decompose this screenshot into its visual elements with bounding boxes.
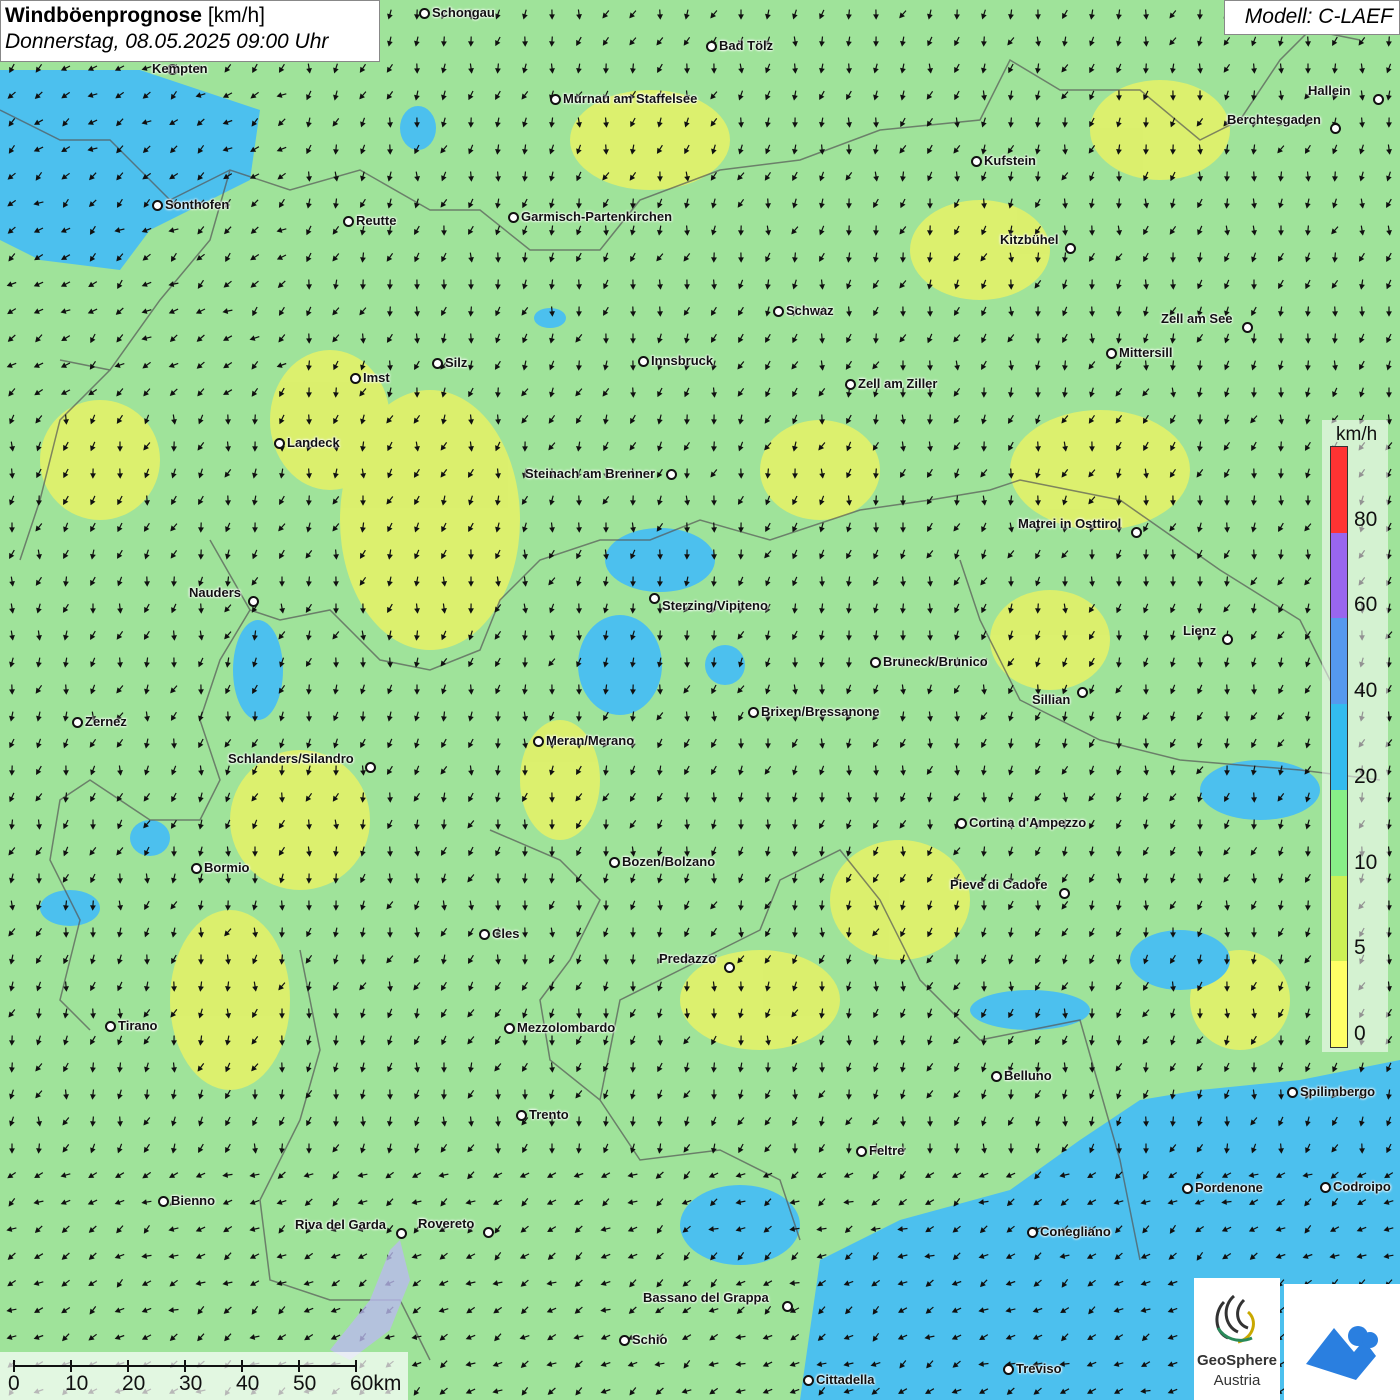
wind-gust-map[interactable]: Windböenprognose [km/h] Donnerstag, 08.0… (0, 0, 1400, 1400)
